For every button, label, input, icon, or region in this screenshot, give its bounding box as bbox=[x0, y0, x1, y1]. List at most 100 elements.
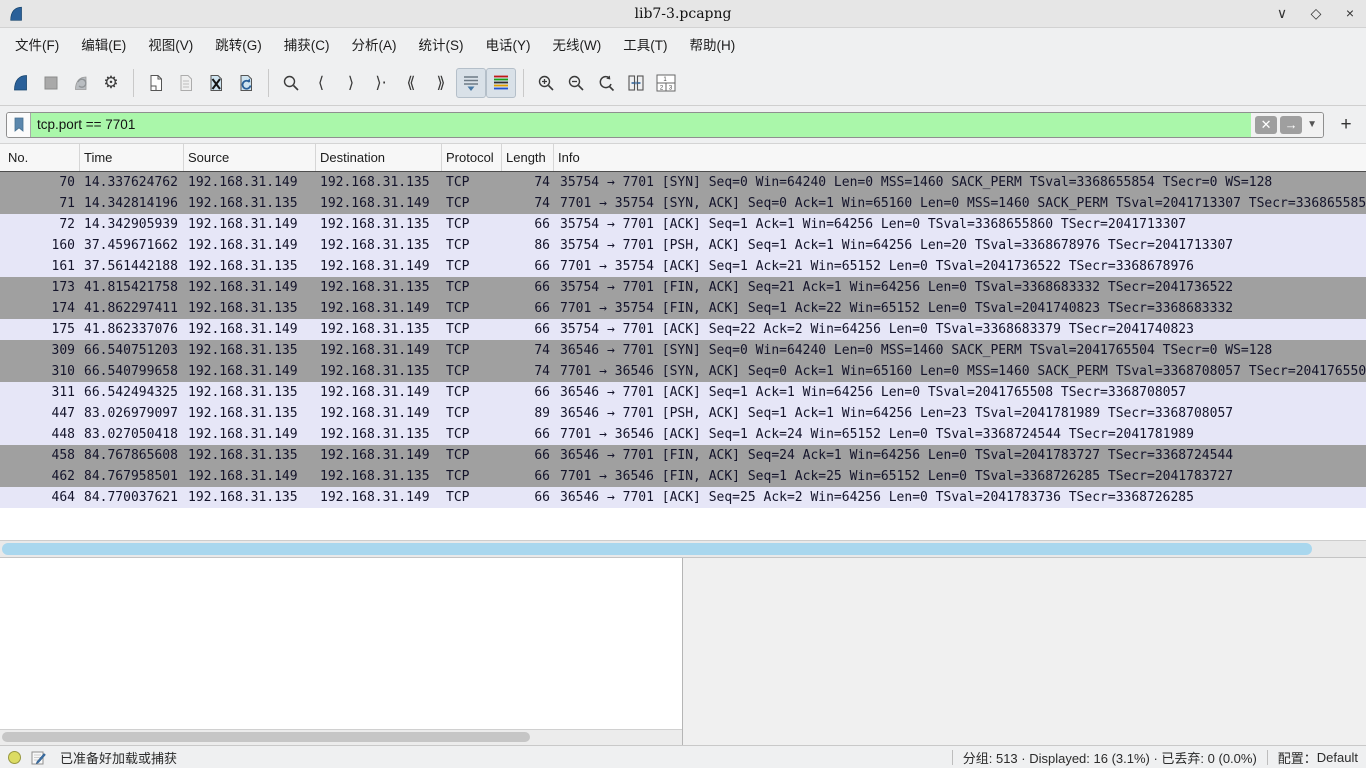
find-packet-button[interactable] bbox=[276, 68, 306, 98]
open-file-button[interactable] bbox=[141, 68, 171, 98]
packet-row[interactable]: 16037.459671662192.168.31.149192.168.31.… bbox=[0, 235, 1366, 256]
profile-selector[interactable]: 配置： Default bbox=[1278, 748, 1358, 767]
zoom-out-button[interactable] bbox=[561, 68, 591, 98]
packet-cell-time: 41.815421758 bbox=[80, 277, 184, 298]
filter-bookmark-button[interactable] bbox=[7, 113, 31, 137]
menu-go[interactable]: 跳转(G) bbox=[204, 28, 273, 60]
packet-cell-info: 7701 → 35754 [ACK] Seq=1 Ack=21 Win=6515… bbox=[554, 256, 1366, 277]
packet-cell-no: 174 bbox=[0, 298, 80, 319]
packet-cell-length: 66 bbox=[502, 382, 554, 403]
packet-cell-time: 14.337624762 bbox=[80, 172, 184, 193]
packet-cell-destination: 192.168.31.135 bbox=[316, 214, 442, 235]
double-chevron-left-icon: ⟪ bbox=[407, 73, 416, 92]
packet-row[interactable]: 7214.342905939192.168.31.149192.168.31.1… bbox=[0, 214, 1366, 235]
close-file-icon bbox=[206, 73, 226, 93]
close-button[interactable]: × bbox=[1342, 5, 1358, 22]
filter-dropdown-caret[interactable]: ▼ bbox=[1305, 119, 1319, 130]
first-packet-button[interactable]: ⟪ bbox=[396, 68, 426, 98]
layout-123-button[interactable]: 123 bbox=[651, 68, 681, 98]
packet-cell-info: 35754 → 7701 [FIN, ACK] Seq=21 Ack=1 Win… bbox=[554, 277, 1366, 298]
menu-view[interactable]: 视图(V) bbox=[137, 28, 204, 60]
packet-list-hscrollbar-thumb[interactable] bbox=[2, 543, 1312, 555]
menu-statistics[interactable]: 统计(S) bbox=[408, 28, 475, 60]
column-header-no[interactable]: No. bbox=[0, 144, 80, 171]
packet-row[interactable]: 31166.542494325192.168.31.135192.168.31.… bbox=[0, 382, 1366, 403]
zoom-out-icon bbox=[566, 73, 586, 93]
resize-columns-button[interactable] bbox=[621, 68, 651, 98]
column-header-info[interactable]: Info bbox=[554, 144, 1366, 171]
packet-cell-length: 74 bbox=[502, 193, 554, 214]
menu-analyze[interactable]: 分析(A) bbox=[341, 28, 408, 60]
wireshark-logo-icon bbox=[8, 5, 26, 23]
packet-row[interactable]: 31066.540799658192.168.31.149192.168.31.… bbox=[0, 361, 1366, 382]
packet-details-hscrollbar[interactable] bbox=[0, 730, 682, 745]
goto-packet-button[interactable]: ⟩· bbox=[366, 68, 396, 98]
menu-edit[interactable]: 编辑(E) bbox=[70, 28, 137, 60]
packet-row[interactable]: 17441.862297411192.168.31.135192.168.31.… bbox=[0, 298, 1366, 319]
column-header-destination[interactable]: Destination bbox=[316, 144, 442, 171]
packet-counts-text: 分组: 513 · Displayed: 16 (3.1%) · 已丢弃: 0 … bbox=[963, 748, 1257, 767]
packet-row[interactable]: 44883.027050418192.168.31.149192.168.31.… bbox=[0, 424, 1366, 445]
packet-cell-time: 41.862297411 bbox=[80, 298, 184, 319]
packet-cell-destination: 192.168.31.149 bbox=[316, 298, 442, 319]
capture-options-button[interactable]: ⚙ bbox=[96, 68, 126, 98]
packet-cell-destination: 192.168.31.135 bbox=[316, 235, 442, 256]
zoom-in-button[interactable] bbox=[531, 68, 561, 98]
menu-telephony[interactable]: 电话(Y) bbox=[475, 28, 542, 60]
expert-info-icon[interactable] bbox=[8, 751, 21, 764]
packet-cell-destination: 192.168.31.149 bbox=[316, 382, 442, 403]
packet-cell-length: 66 bbox=[502, 319, 554, 340]
packet-row[interactable]: 44783.026979097192.168.31.135192.168.31.… bbox=[0, 403, 1366, 424]
filter-add-button[interactable]: + bbox=[1332, 114, 1360, 136]
packet-cell-length: 66 bbox=[502, 424, 554, 445]
start-capture-button[interactable] bbox=[6, 68, 36, 98]
packet-row[interactable]: 7014.337624762192.168.31.149192.168.31.1… bbox=[0, 172, 1366, 193]
reload-file-button[interactable] bbox=[231, 68, 261, 98]
packet-row[interactable]: 30966.540751203192.168.31.135192.168.31.… bbox=[0, 340, 1366, 361]
menu-tools[interactable]: 工具(T) bbox=[612, 28, 678, 60]
auto-scroll-button[interactable] bbox=[456, 68, 486, 98]
next-packet-button[interactable]: ⟩ bbox=[336, 68, 366, 98]
packet-row[interactable]: 45884.767865608192.168.31.135192.168.31.… bbox=[0, 445, 1366, 466]
packet-cell-source: 192.168.31.135 bbox=[184, 298, 316, 319]
packet-cell-info: 36546 → 7701 [SYN] Seq=0 Win=64240 Len=0… bbox=[554, 340, 1366, 361]
column-header-length[interactable]: Length bbox=[502, 144, 554, 171]
column-header-source[interactable]: Source bbox=[184, 144, 316, 171]
packet-cell-source: 192.168.31.149 bbox=[184, 361, 316, 382]
save-file-button bbox=[171, 68, 201, 98]
packet-list-hscrollbar[interactable] bbox=[0, 540, 1366, 558]
colorize-button[interactable] bbox=[486, 68, 516, 98]
packet-row[interactable]: 46484.770037621192.168.31.135192.168.31.… bbox=[0, 487, 1366, 508]
close-file-button[interactable] bbox=[201, 68, 231, 98]
maximize-button[interactable]: ◇ bbox=[1308, 5, 1324, 22]
goto-packet-icon: ⟩· bbox=[375, 73, 386, 92]
capture-comment-icon[interactable] bbox=[31, 750, 46, 765]
menu-file[interactable]: 文件(F) bbox=[4, 28, 70, 60]
packet-list: No. Time Source Destination Protocol Len… bbox=[0, 144, 1366, 540]
filter-apply-button[interactable]: → bbox=[1280, 116, 1302, 134]
menu-help[interactable]: 帮助(H) bbox=[678, 28, 746, 60]
filter-toolbar: tcp.port == 7701 ✕ → ▼ + bbox=[0, 106, 1366, 144]
packet-row[interactable]: 46284.767958501192.168.31.149192.168.31.… bbox=[0, 466, 1366, 487]
zoom-reset-button[interactable] bbox=[591, 68, 621, 98]
packet-cell-protocol: TCP bbox=[442, 382, 502, 403]
display-filter-field[interactable]: tcp.port == 7701 ✕ → ▼ bbox=[6, 112, 1324, 138]
packet-cell-no: 462 bbox=[0, 466, 80, 487]
display-filter-input[interactable]: tcp.port == 7701 bbox=[31, 113, 1251, 137]
packet-details-hscrollbar-thumb[interactable] bbox=[2, 732, 530, 742]
filter-clear-button[interactable]: ✕ bbox=[1255, 116, 1277, 134]
previous-packet-button[interactable]: ⟨ bbox=[306, 68, 336, 98]
auto-scroll-icon bbox=[461, 73, 481, 93]
menu-wireless[interactable]: 无线(W) bbox=[542, 28, 613, 60]
packet-row[interactable]: 16137.561442188192.168.31.135192.168.31.… bbox=[0, 256, 1366, 277]
packet-cell-time: 84.767958501 bbox=[80, 466, 184, 487]
packet-row[interactable]: 7114.342814196192.168.31.135192.168.31.1… bbox=[0, 193, 1366, 214]
minimize-button[interactable]: ∨ bbox=[1274, 5, 1290, 22]
menu-capture[interactable]: 捕获(C) bbox=[273, 28, 341, 60]
statusbar-separator bbox=[1267, 750, 1268, 765]
packet-row[interactable]: 17541.862337076192.168.31.149192.168.31.… bbox=[0, 319, 1366, 340]
column-header-time[interactable]: Time bbox=[80, 144, 184, 171]
last-packet-button[interactable]: ⟫ bbox=[426, 68, 456, 98]
column-header-protocol[interactable]: Protocol bbox=[442, 144, 502, 171]
packet-row[interactable]: 17341.815421758192.168.31.149192.168.31.… bbox=[0, 277, 1366, 298]
